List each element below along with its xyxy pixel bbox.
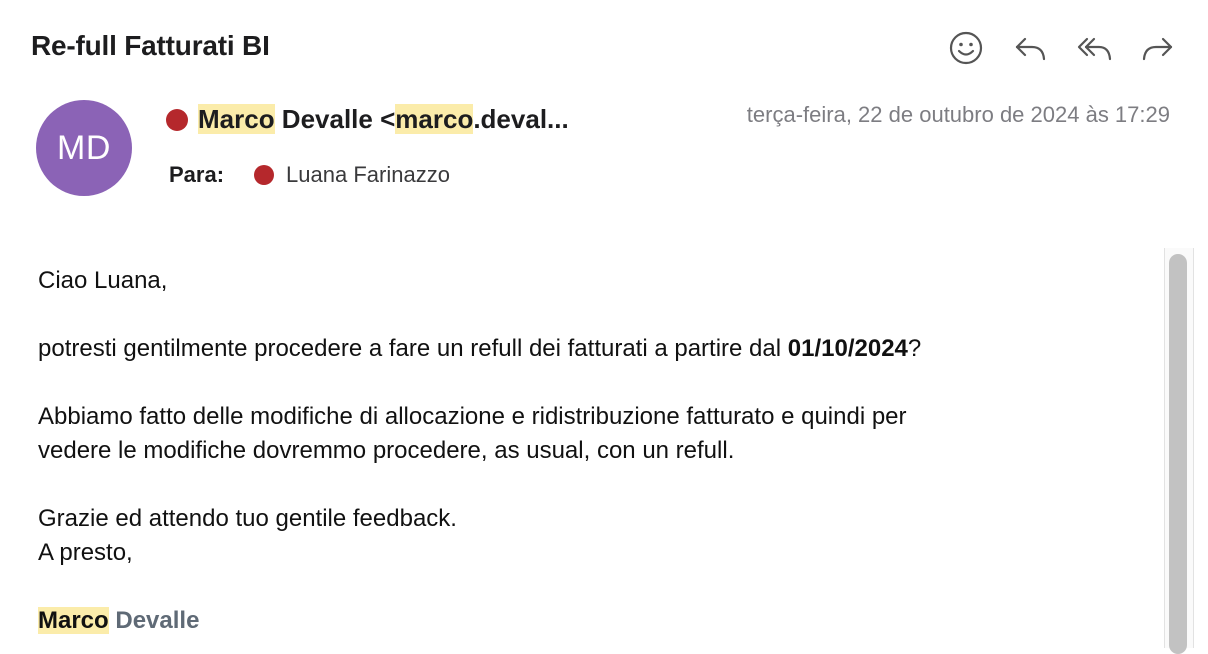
paragraph-line: vedere le modifiche dovremmo procedere, …	[38, 437, 735, 464]
closing-line: Grazie ed attendo tuo gentile feedback.	[38, 505, 457, 532]
paragraph-request: potresti gentilmente procedere a fare un…	[38, 332, 1148, 366]
sender-email-highlight: marco	[395, 104, 474, 134]
greeting: Ciao Luana,	[38, 267, 168, 294]
request-date: 01/10/2024	[787, 335, 908, 362]
avatar[interactable]: MD	[36, 100, 132, 196]
paragraph-line: Abbiamo fatto delle modifiche di allocaz…	[38, 403, 907, 430]
recipient-name[interactable]: Luana Farinazzo	[286, 162, 450, 188]
sender-name-highlight: Marco	[198, 104, 275, 134]
recipient-status-dot	[254, 165, 275, 185]
smiley-icon[interactable]	[944, 28, 988, 68]
sender-name[interactable]: Marco Devalle <marco.deval...	[198, 104, 569, 135]
signature-first-name: Marco	[38, 607, 109, 634]
paragraph-request-text: potresti gentilmente procedere a fare un…	[38, 335, 788, 362]
reply-icon[interactable]	[1008, 28, 1052, 68]
scrollbar-thumb[interactable]	[1169, 254, 1187, 654]
recipient-row: Para: Luana Farinazzo	[169, 162, 450, 188]
sent-date: terça-feira, 22 de outubro de 2024 às 17…	[746, 102, 1170, 127]
forward-icon[interactable]	[1136, 28, 1180, 68]
sender-name-rest: Devalle <	[274, 104, 396, 134]
signature: Marco Devalle	[38, 604, 1148, 638]
sender-status-dot	[166, 108, 188, 131]
to-label: Para:	[169, 162, 225, 187]
reply-all-icon[interactable]	[1072, 28, 1116, 68]
signature-last-name: Devalle	[115, 607, 200, 634]
sender-email-rest: .deval...	[473, 104, 569, 134]
closing-line: A presto,	[38, 539, 133, 566]
message-body: Ciao Luana, potresti gentilmente procede…	[38, 264, 1148, 638]
email-subject: Re-full Fatturati BI	[31, 30, 270, 61]
sender-row: Marco Devalle <marco.deval...	[166, 104, 569, 135]
paragraph-request-end: ?	[907, 335, 922, 362]
